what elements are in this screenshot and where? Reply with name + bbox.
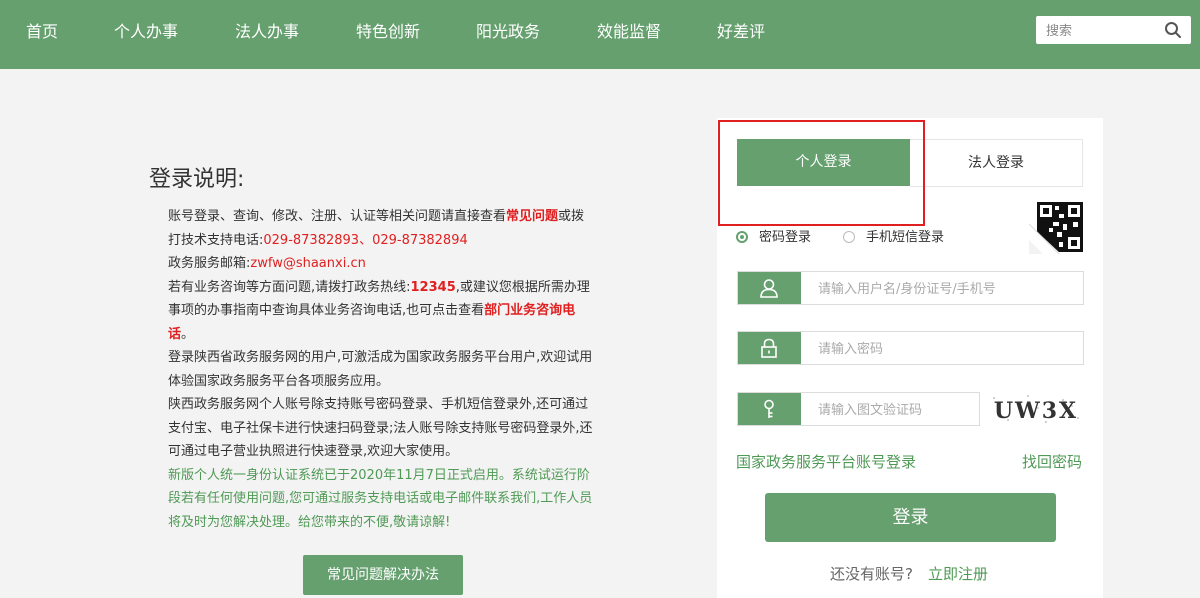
search-box	[1036, 16, 1191, 44]
tab-legal-login[interactable]: 法人登录	[910, 139, 1083, 187]
user-icon	[738, 272, 801, 304]
info-paragraph-1: 账号登录、查询、修改、注册、认证等相关问题请直接查看常见问题或拨打技术支持电话:…	[168, 209, 585, 248]
info-paragraph-4: 登录陕西省政务服务网的用户,可激活成为国家政务服务平台用户,欢迎试用体验国家政务…	[168, 350, 593, 389]
nav-item-legal[interactable]: 法人办事	[235, 20, 299, 44]
hotline-number: 12345	[410, 279, 456, 295]
captcha-image[interactable]: UW3X	[988, 392, 1084, 426]
nav-item-innovation[interactable]: 特色创新	[356, 20, 420, 44]
info-paragraph-6: 新版个人统一身份认证系统已于2020年11月7日正式启用。系统试运行阶段若有任何…	[168, 467, 593, 530]
forgot-password-link[interactable]: 找回密码	[1022, 451, 1082, 472]
nav-item-home[interactable]: 首页	[26, 20, 58, 44]
qr-code-icon[interactable]	[1029, 200, 1085, 254]
support-email: zwfw@shaanxi.cn	[250, 256, 366, 271]
radio-password-label[interactable]: 密码登录	[759, 228, 811, 248]
nav-item-personal[interactable]: 个人办事	[114, 20, 178, 44]
captcha-input[interactable]	[816, 400, 975, 420]
nav-item-supervision[interactable]: 效能监督	[597, 20, 661, 44]
username-input[interactable]	[816, 279, 1075, 299]
info-paragraph-3: 若有业务咨询等方面问题,请拨打政务热线:12345,或建议您根据所需办理事项的办…	[168, 279, 590, 342]
nav-item-evaluation[interactable]: 好差评	[717, 20, 765, 44]
national-platform-login-link[interactable]: 国家政务服务平台账号登录	[736, 451, 916, 472]
login-instructions: 账号登录、查询、修改、注册、认证等相关问题请直接查看常见问题或拨打技术支持电话:…	[168, 205, 593, 534]
radio-password-login[interactable]	[736, 231, 748, 243]
lock-icon	[738, 332, 801, 364]
login-button[interactable]: 登录	[765, 493, 1056, 542]
password-input[interactable]	[816, 339, 1075, 359]
register-link[interactable]: 立即注册	[928, 563, 988, 584]
password-field	[737, 331, 1084, 365]
support-phone: 029-87382893、029-87382894	[263, 232, 468, 248]
highlight-annotation-box	[718, 120, 925, 226]
radio-sms-label[interactable]: 手机短信登录	[866, 228, 944, 248]
radio-sms-login[interactable]	[843, 231, 855, 243]
faq-solutions-button[interactable]: 常见问题解决办法	[303, 555, 463, 595]
captcha-field	[737, 392, 980, 426]
info-paragraph-5: 陕西政务服务网个人账号除支持账号密码登录、手机短信登录外,还可通过支付宝、电子社…	[168, 397, 593, 459]
key-icon	[738, 393, 801, 425]
username-field	[737, 271, 1084, 305]
no-account-text: 还没有账号?	[830, 565, 913, 583]
search-input[interactable]	[1044, 20, 1163, 42]
search-icon[interactable]	[1164, 21, 1182, 39]
faq-link[interactable]: 常见问题	[506, 209, 558, 224]
login-method-selector: 密码登录 手机短信登录	[735, 228, 975, 248]
info-paragraph-2: 政务服务邮箱:zwfw@shaanxi.cn	[168, 256, 366, 271]
captcha-text: UW3X	[994, 398, 1078, 424]
nav-item-public-affairs[interactable]: 阳光政务	[476, 20, 540, 44]
login-instructions-title: 登录说明:	[149, 167, 245, 192]
top-navigation: 首页 个人办事 法人办事 特色创新 阳光政务 效能监督 好差评	[0, 0, 1200, 69]
